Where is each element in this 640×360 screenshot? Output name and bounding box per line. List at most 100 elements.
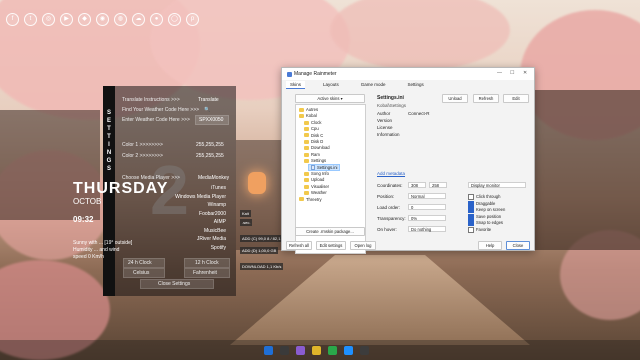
tree-item-folder[interactable]: Autres — [299, 107, 318, 112]
option-checkbox[interactable]: Save position — [468, 213, 501, 220]
discord-icon[interactable]: ◍ — [114, 13, 127, 26]
position-select[interactable]: Normal — [408, 193, 446, 199]
option-checkbox[interactable]: Keep on screen — [468, 207, 505, 213]
tree-item-folder[interactable]: Visualiser — [304, 184, 329, 189]
steam-icon[interactable]: ◉ — [96, 13, 109, 26]
tree-item-label: Ram — [311, 151, 320, 157]
taskbar-app-icon[interactable] — [344, 346, 353, 355]
tree-item-folder[interactable]: Kobal — [299, 113, 317, 118]
tree-item-folder[interactable]: Settings — [304, 158, 326, 163]
refresh-all-button[interactable]: Refresh all — [286, 241, 312, 250]
refresh-button[interactable]: Refresh — [473, 94, 499, 103]
taskbar-app-icon[interactable] — [296, 346, 305, 355]
strip-letter: I — [108, 142, 110, 148]
tab-settings[interactable]: Settings — [404, 81, 428, 89]
taskbar-app-icon[interactable] — [264, 346, 273, 355]
load-order-input[interactable]: 0 — [408, 204, 446, 210]
maximize-icon[interactable]: ☐ — [510, 70, 514, 76]
add-metadata-link[interactable]: Add metadata — [377, 171, 405, 176]
mini-skin-download[interactable]: DOWNLOAD 1,1 Kb/s — [240, 263, 284, 270]
tab-game-mode[interactable]: Game mode — [357, 81, 390, 89]
tree-item-folder[interactable]: Clock — [304, 120, 321, 125]
tree-item-folder[interactable]: Disk C — [304, 133, 323, 138]
close-button[interactable]: Close — [506, 241, 530, 250]
edit-settings-button[interactable]: Edit settings — [316, 241, 346, 250]
edit-button[interactable]: Edit — [503, 94, 529, 103]
minimize-icon[interactable]: — — [497, 70, 502, 76]
option-checkbox[interactable]: Click through — [468, 194, 500, 200]
checkbox-icon — [468, 226, 474, 233]
translate-button[interactable]: Translate — [198, 97, 219, 103]
color2-value[interactable]: 255,255,255 — [196, 153, 224, 159]
taskbar-app-icon[interactable] — [280, 346, 289, 355]
help-button[interactable]: Help — [478, 241, 502, 250]
tree-item-folder[interactable]: Weather — [304, 190, 327, 195]
tab-skins[interactable]: Skins — [286, 81, 306, 89]
media-player-option[interactable]: iTunes — [211, 185, 226, 191]
unload-button[interactable]: Unload — [442, 94, 468, 103]
tree-item-folder[interactable]: Download — [304, 145, 330, 150]
checkbox-label: Snap to edges — [476, 220, 504, 226]
checkbox-icon — [468, 194, 474, 200]
media-player-selected[interactable]: MediaMonkey — [198, 175, 229, 181]
option-checkbox[interactable]: Favorite — [468, 226, 491, 233]
mini-skin-sec[interactable]: .sec. — [240, 219, 253, 226]
tree-item-label: Visualiser — [311, 183, 330, 189]
tree-item-folder[interactable]: Threetry — [299, 197, 322, 202]
taskbar-app-icon[interactable] — [312, 346, 321, 355]
display-monitor-select[interactable]: Display monitor — [468, 182, 526, 188]
create-package-button[interactable]: Create .rmskin package... — [295, 227, 365, 236]
tree-item-folder[interactable]: Song Info — [304, 171, 329, 176]
taskbar-app-icon[interactable] — [328, 346, 337, 355]
top-icon-bar: f t ◎ ▶ ◆ ◉ ◍ ☁ ● ◯ p — [6, 13, 199, 26]
youtube-icon[interactable]: ▶ — [60, 13, 73, 26]
media-player-option[interactable]: Windows Media Player — [175, 194, 226, 200]
option-checkbox[interactable]: Snap to edges — [468, 220, 503, 226]
tab-bar: Skins Layouts Game mode Settings — [286, 81, 428, 89]
search-icon[interactable]: 🔍 — [204, 107, 210, 113]
open-log-button[interactable]: Open log — [350, 241, 376, 250]
instagram-icon[interactable]: ◎ — [42, 13, 55, 26]
transparency-select[interactable]: 0% — [408, 215, 446, 221]
cherry-blossom — [330, 0, 510, 70]
author-value: Connect-R — [408, 111, 430, 116]
media-player-option[interactable]: Spotify — [211, 245, 226, 251]
folder-icon — [304, 159, 309, 164]
taskbar-app-icon[interactable] — [360, 346, 369, 355]
media-player-option[interactable]: MusicBee — [204, 228, 226, 234]
twitter-icon[interactable]: t — [24, 13, 37, 26]
active-skins-dropdown[interactable]: Active skins ▾ — [295, 94, 365, 103]
globe-icon[interactable]: ◯ — [168, 13, 181, 26]
tree-item-folder[interactable]: Disk D — [304, 139, 323, 144]
soundcloud-icon[interactable]: ☁ — [132, 13, 145, 26]
pinterest-icon[interactable]: p — [186, 13, 199, 26]
folder-icon — [304, 184, 309, 189]
media-player-option[interactable]: AIMP — [214, 219, 226, 225]
tree-item-folder[interactable]: Upload — [304, 177, 324, 182]
tree-item-file[interactable]: Settings.ini — [307, 163, 341, 172]
checkbox-label: Click through — [476, 194, 501, 200]
option-checkbox[interactable]: Draggable — [468, 200, 495, 207]
coord-y-input[interactable]: 258 — [429, 182, 447, 188]
tab-layouts[interactable]: Layouts — [319, 81, 343, 89]
tree-item-folder[interactable]: Cpu — [304, 126, 319, 131]
tree-item-folder[interactable]: Ram — [304, 152, 320, 157]
folder-icon — [304, 127, 309, 132]
on-hover-select[interactable]: Do nothing — [408, 226, 446, 232]
reddit-icon[interactable]: ● — [150, 13, 163, 26]
media-player-option[interactable]: Winamp — [208, 202, 226, 208]
skin-path: Kobal\Settings — [377, 103, 407, 108]
color1-value[interactable]: 255,255,255 — [196, 142, 224, 148]
media-player-option[interactable]: JRiver Media — [197, 236, 226, 242]
folder-icon — [304, 171, 309, 176]
twitch-icon[interactable]: ◆ — [78, 13, 91, 26]
close-icon[interactable]: ✕ — [523, 70, 527, 76]
media-player-option[interactable]: Foobar2000 — [199, 211, 226, 217]
color1-label: Color 1 >>>>>>>> — [122, 142, 163, 148]
folder-icon — [299, 197, 304, 202]
folder-icon — [299, 114, 304, 119]
mini-skin-disk-d[interactable]: ADD (D) 1,00,0 GB — [240, 247, 279, 254]
mini-skin-ram[interactable]: Kait — [240, 210, 251, 217]
coord-x-input[interactable]: 308 — [408, 182, 426, 188]
facebook-icon[interactable]: f — [6, 13, 19, 26]
